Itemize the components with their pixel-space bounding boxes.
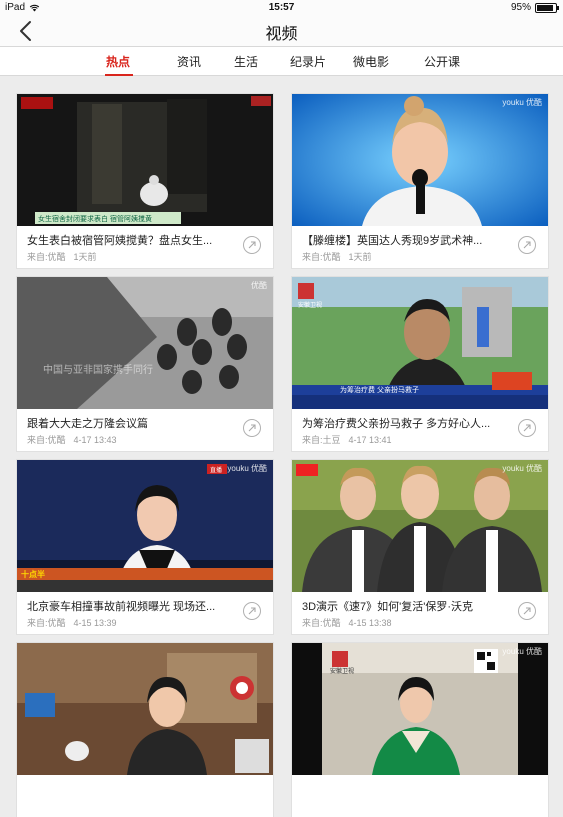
- active-tab-indicator: [105, 74, 133, 76]
- video-card[interactable]: youku 优酷 【滕缠楼】英国达人秀现9岁武术神... 来自:优酷 1天前: [292, 94, 548, 268]
- video-title: 跟着大大走之万隆会议篇: [27, 418, 148, 430]
- video-card[interactable]: 为筹治疗费 父亲扮马救子 安徽卫视 为筹治疗费父亲扮马救子 多方好心人... 来…: [292, 277, 548, 451]
- video-meta: 来自:土豆 4-17 13:41: [302, 433, 400, 446]
- video-title: 为筹治疗费父亲扮马救子 多方好心人...: [302, 418, 491, 430]
- thumbnail-caption: 女生宿舍封闭要求表白 宿管阿姨搅黄: [38, 214, 152, 223]
- thumbnail-watermark: 优酷: [251, 281, 267, 290]
- play-icon: [248, 241, 256, 249]
- video-card[interactable]: 直播 十点半 youku 优酷 北京豪车相撞事故前视频曝光 现场还... 来自:…: [17, 460, 273, 634]
- play-button[interactable]: [243, 236, 261, 254]
- video-time: 4-15 13:38: [348, 618, 392, 628]
- video-source: 来自:土豆: [302, 435, 341, 445]
- video-meta: 来自:优酷 4-17 13:43: [27, 433, 125, 446]
- video-title: 女生表白被宿管阿姨搅黄？盘点女生...: [27, 235, 213, 247]
- video-meta: 来自:优酷 1天前: [27, 250, 105, 263]
- battery-percent: 95%: [510, 2, 531, 13]
- video-title: 3D演示《速7》如何'复活'保罗·沃克: [302, 601, 474, 613]
- play-button[interactable]: [243, 419, 261, 437]
- tab-life[interactable]: 生活: [234, 53, 258, 70]
- tab-open-course[interactable]: 公开课: [424, 53, 460, 70]
- thumbnail-caption: 中国与亚非国家携手同行: [43, 363, 153, 376]
- play-button[interactable]: [518, 602, 536, 620]
- play-icon: [248, 607, 256, 615]
- thumbnail-watermark: youku 优酷: [502, 464, 542, 473]
- status-bar: iPad 15:57 95%: [0, 0, 563, 16]
- play-icon: [523, 607, 531, 615]
- video-thumbnail[interactable]: 中国与亚非国家携手同行 优酷: [17, 277, 273, 409]
- play-icon: [523, 241, 531, 249]
- video-card[interactable]: youku 优酷 3D演示《速7》如何'复活'保罗·沃克 来自:优酷 4-15 1…: [292, 460, 548, 634]
- video-meta: 来自:优酷 4-15 13:38: [302, 616, 400, 629]
- navigation-bar: 视频: [0, 16, 563, 46]
- video-meta: 来自:优酷 4-15 13:39: [27, 616, 125, 629]
- video-source: 来自:优酷: [27, 435, 66, 445]
- play-button[interactable]: [518, 419, 536, 437]
- video-thumbnail[interactable]: 安徽卫视 youku 优酷: [292, 643, 548, 775]
- video-card[interactable]: [17, 643, 273, 817]
- video-thumbnail[interactable]: youku 优酷: [292, 460, 548, 592]
- video-time: 1天前: [73, 252, 97, 262]
- thumbnail-watermark: youku 优酷: [502, 647, 542, 656]
- thumbnail-caption: 为筹治疗费 父亲扮马救子: [340, 385, 419, 394]
- video-time: 4-17 13:43: [73, 435, 117, 445]
- video-thumbnail[interactable]: 直播 十点半 youku 优酷: [17, 460, 273, 592]
- thumbnail-watermark: youku 优酷: [502, 98, 542, 107]
- play-icon: [248, 424, 256, 432]
- video-thumbnail[interactable]: 女生宿舍封闭要求表白 宿管阿姨搅黄: [17, 94, 273, 226]
- video-meta: 来自:优酷 1天前: [302, 250, 380, 263]
- video-source: 来自:优酷: [302, 252, 341, 262]
- page-title: 视频: [265, 26, 298, 43]
- video-thumbnail[interactable]: [17, 643, 273, 775]
- video-title: 【滕缠楼】英国达人秀现9岁武术神...: [302, 235, 483, 247]
- video-card[interactable]: 女生宿舍封闭要求表白 宿管阿姨搅黄 女生表白被宿管阿姨搅黄？盘点女生... 来自…: [17, 94, 273, 268]
- play-icon: [523, 424, 531, 432]
- status-time: 15:57: [268, 2, 295, 13]
- video-thumbnail[interactable]: youku 优酷: [292, 94, 548, 226]
- video-time: 1天前: [348, 252, 372, 262]
- tab-documentary[interactable]: 纪录片: [290, 53, 326, 70]
- play-button[interactable]: [243, 602, 261, 620]
- tab-hot[interactable]: 热点: [106, 53, 130, 70]
- category-tabs: 热点 资讯 生活 纪录片 微电影 公开课: [0, 46, 563, 76]
- video-time: 4-15 13:39: [73, 618, 117, 628]
- video-title: 北京豪车相撞事故前视频曝光 现场还...: [27, 601, 216, 613]
- tab-news[interactable]: 资讯: [177, 53, 201, 70]
- video-source: 来自:优酷: [302, 618, 341, 628]
- battery-icon: [535, 2, 559, 13]
- video-source: 来自:优酷: [27, 618, 66, 628]
- thumbnail-watermark: youku 优酷: [227, 464, 267, 473]
- video-source: 来自:优酷: [27, 252, 66, 262]
- thumbnail-channel: 安徽卫视: [298, 301, 322, 309]
- video-card[interactable]: 中国与亚非国家携手同行 优酷 跟着大大走之万隆会议篇 来自:优酷 4-17 13:…: [17, 277, 273, 451]
- status-right: 95%: [510, 2, 559, 13]
- play-button[interactable]: [518, 236, 536, 254]
- video-card[interactable]: 安徽卫视 youku 优酷: [292, 643, 548, 817]
- video-thumbnail[interactable]: 为筹治疗费 父亲扮马救子 安徽卫视: [292, 277, 548, 409]
- thumbnail-caption: 十点半: [21, 569, 45, 579]
- video-time: 4-17 13:41: [348, 435, 392, 445]
- thumbnail-badge: 直播: [210, 466, 222, 474]
- tab-micro-film[interactable]: 微电影: [353, 53, 389, 70]
- thumbnail-channel: 安徽卫视: [330, 667, 354, 675]
